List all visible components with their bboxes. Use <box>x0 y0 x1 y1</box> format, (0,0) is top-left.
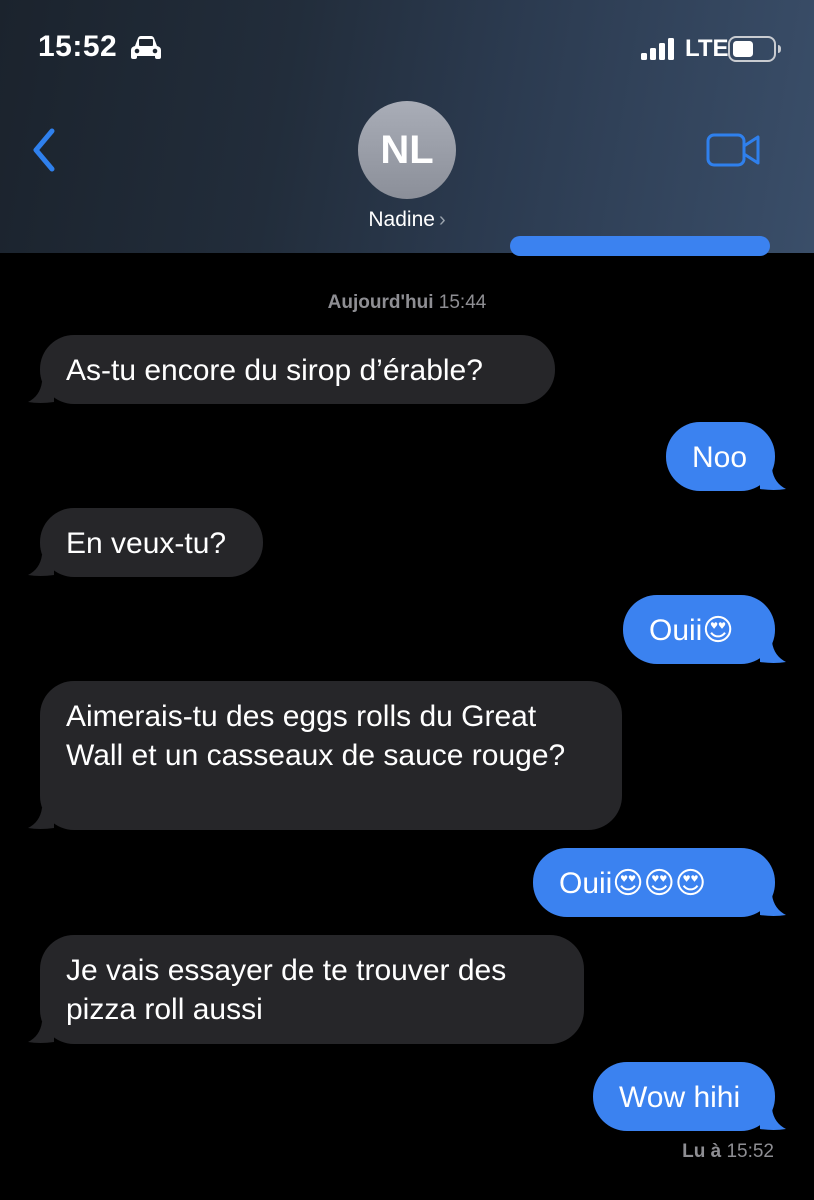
facetime-video-button[interactable] <box>706 131 762 169</box>
incoming-message[interactable]: En veux-tu? <box>40 508 263 577</box>
status-time: 15:52 <box>38 30 118 63</box>
timestamp-day: Aujourd'hui <box>327 292 434 313</box>
car-icon <box>131 36 161 59</box>
bubble-tail <box>28 555 54 576</box>
bubble-tail <box>28 382 54 403</box>
signal-strength-icon <box>641 38 674 60</box>
read-label: Lu à <box>682 1141 722 1162</box>
bubble-tail <box>28 1022 54 1043</box>
incoming-message[interactable]: Je vais essayer de te trouver des pizza … <box>40 935 584 1044</box>
read-time: 15:52 <box>726 1141 774 1162</box>
read-receipt: Lu à 15:52 <box>682 1141 774 1163</box>
bubble-tail <box>760 895 786 916</box>
contact-avatar[interactable]: NL <box>358 101 456 199</box>
outgoing-message[interactable]: Ouii😍 <box>623 595 775 664</box>
contact-name-link[interactable]: Nadine › <box>0 208 814 232</box>
outgoing-message[interactable]: Ouii😍😍😍 <box>533 848 775 917</box>
timestamp-time: 15:44 <box>438 292 487 313</box>
bubble-tail <box>760 642 786 663</box>
bubble-tail <box>760 1109 786 1130</box>
outgoing-message[interactable]: Wow hihi <box>593 1062 775 1131</box>
battery-icon <box>728 36 781 62</box>
chevron-right-icon: › <box>438 209 446 231</box>
incoming-message[interactable]: Aimerais-tu des eggs rolls du Great Wall… <box>40 681 622 830</box>
incoming-message[interactable]: As-tu encore du sirop d’érable? <box>40 335 555 404</box>
bubble-tail <box>760 469 786 490</box>
network-type: LTE <box>685 35 729 62</box>
bubble-tail <box>28 808 54 829</box>
contact-name: Nadine <box>368 208 435 231</box>
back-button[interactable] <box>28 125 64 175</box>
previous-message-bubble <box>510 236 770 256</box>
outgoing-message[interactable]: Noo <box>666 422 775 491</box>
conversation-timestamp: Aujourd'hui 15:44 <box>0 292 814 314</box>
conversation-header: 15:52 LTE NL Nadine › <box>0 0 814 253</box>
